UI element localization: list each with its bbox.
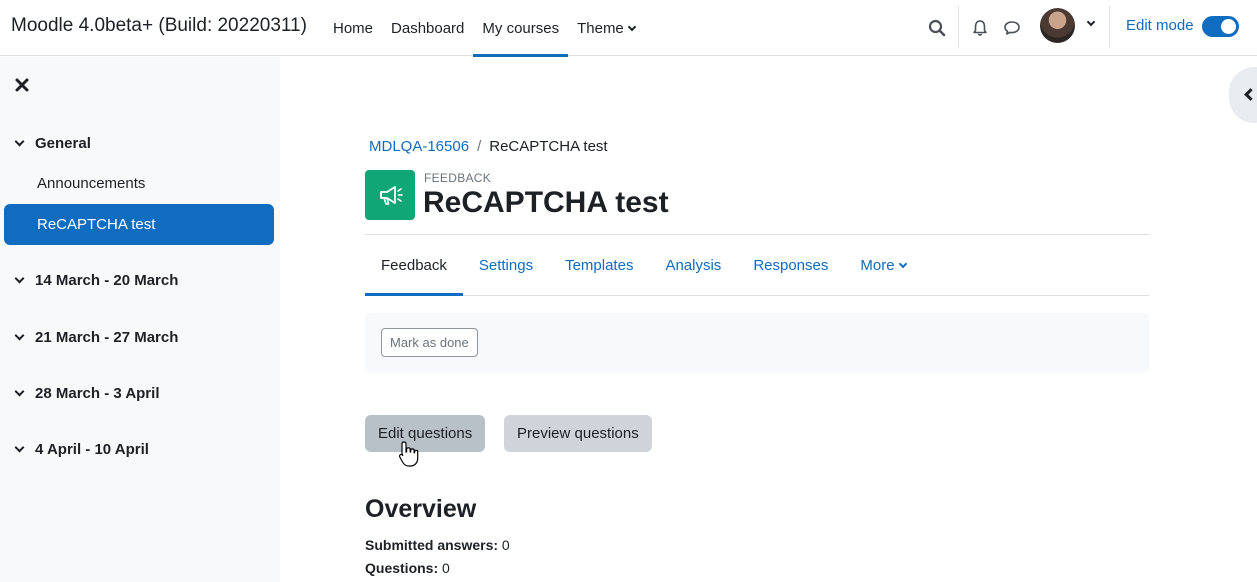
tab-feedback[interactable]: Feedback (365, 235, 463, 296)
overview-heading: Overview (365, 495, 477, 523)
mark-as-done-button[interactable]: Mark as done (381, 328, 478, 357)
bell-icon (973, 20, 987, 36)
page-title: ReCAPTCHA test (423, 186, 669, 219)
nav-item-theme[interactable]: Theme (568, 0, 644, 56)
top-navbar: Moodle 4.0beta+ (Build: 20220311) Home D… (0, 0, 1257, 57)
nav-item-label: Home (333, 19, 374, 37)
close-icon[interactable] (14, 77, 30, 93)
section-label: 28 March - 3 April (35, 384, 160, 402)
submitted-answers-stat: Submitted answers: 0 (365, 537, 510, 553)
nav-item-label: Theme (577, 19, 624, 37)
section-label: 14 March - 20 March (35, 271, 179, 289)
search-button[interactable] (923, 14, 951, 42)
breadcrumb-course-link[interactable]: MDLQA-16506 (369, 138, 469, 155)
secondary-navigation: Feedback Settings Templates Analysis Res… (365, 235, 1149, 296)
activity-recaptcha-test[interactable]: ReCAPTCHA test (4, 204, 274, 245)
nav-item-my-courses[interactable]: My courses (473, 0, 568, 57)
section-week-3[interactable]: 28 March - 3 April (14, 381, 160, 405)
stat-label: Submitted answers: (365, 537, 499, 553)
tab-label: Responses (753, 256, 829, 274)
navbar-divider (1109, 6, 1110, 48)
edit-questions-button[interactable]: Edit questions (365, 415, 486, 452)
activity-label: ReCAPTCHA test (37, 216, 156, 233)
tab-label: Templates (565, 256, 634, 274)
stat-label: Questions: (365, 560, 439, 576)
nav-item-label: My courses (482, 19, 560, 37)
course-index-drawer: General Announcements ReCAPTCHA test 14 … (0, 57, 280, 582)
section-week-2[interactable]: 21 March - 27 March (14, 325, 179, 349)
tab-label: Settings (478, 256, 534, 274)
activity-type-icon (365, 170, 415, 220)
nav-item-home[interactable]: Home (324, 0, 382, 56)
chevron-down-icon (898, 259, 907, 268)
stat-value: 0 (442, 560, 450, 576)
chevron-down-icon[interactable] (1086, 17, 1096, 27)
stat-value: 0 (501, 537, 510, 553)
section-week-1[interactable]: 14 March - 20 March (14, 268, 179, 292)
preview-questions-button[interactable]: Preview questions (504, 415, 652, 452)
breadcrumb-current: ReCAPTCHA test (489, 138, 608, 155)
site-name[interactable]: Moodle 4.0beta+ (Build: 20220311) (11, 15, 307, 37)
section-label: 4 April - 10 April (35, 440, 149, 458)
nav-item-dashboard[interactable]: Dashboard (382, 0, 473, 56)
activity-type-label: FEEDBACK (424, 171, 492, 185)
search-icon (928, 19, 946, 37)
tab-settings[interactable]: Settings (463, 235, 549, 295)
chevron-left-icon (1244, 88, 1257, 101)
section-label: General (35, 134, 91, 152)
nav-item-label: Dashboard (391, 19, 465, 37)
breadcrumb: MDLQA-16506 / ReCAPTCHA test (369, 138, 608, 155)
questions-stat: Questions: 0 (365, 560, 450, 576)
tab-label: Feedback (381, 256, 447, 274)
activity-announcements[interactable]: Announcements (37, 175, 145, 192)
section-label: 21 March - 27 March (35, 328, 179, 346)
activity-completion-panel: Mark as done (365, 313, 1149, 373)
messages-button[interactable] (998, 14, 1026, 42)
chevron-down-icon (14, 136, 25, 146)
edit-mode-label: Edit mode (1126, 17, 1194, 34)
tab-label: More (860, 256, 895, 274)
tab-label: Analysis (665, 256, 722, 274)
block-drawer-toggle[interactable] (1229, 67, 1257, 123)
section-week-4[interactable]: 4 April - 10 April (14, 437, 149, 461)
chevron-down-icon (14, 386, 25, 396)
tab-analysis[interactable]: Analysis (649, 235, 737, 295)
chevron-down-icon (14, 330, 25, 340)
chat-icon (1004, 21, 1020, 35)
breadcrumb-separator: / (477, 138, 482, 155)
primary-navigation: Home Dashboard My courses Theme (324, 0, 644, 57)
navbar-divider (958, 6, 959, 48)
tab-responses[interactable]: Responses (737, 235, 844, 295)
tab-more[interactable]: More (844, 235, 921, 295)
tab-templates[interactable]: Templates (549, 235, 649, 295)
section-general[interactable]: General (14, 131, 91, 155)
chevron-down-icon (627, 22, 637, 31)
user-avatar[interactable] (1040, 8, 1075, 43)
chevron-down-icon (14, 273, 25, 283)
chevron-down-icon (14, 442, 25, 452)
edit-mode-toggle[interactable] (1202, 16, 1239, 37)
notifications-button[interactable] (966, 14, 994, 42)
megaphone-icon (380, 186, 403, 205)
